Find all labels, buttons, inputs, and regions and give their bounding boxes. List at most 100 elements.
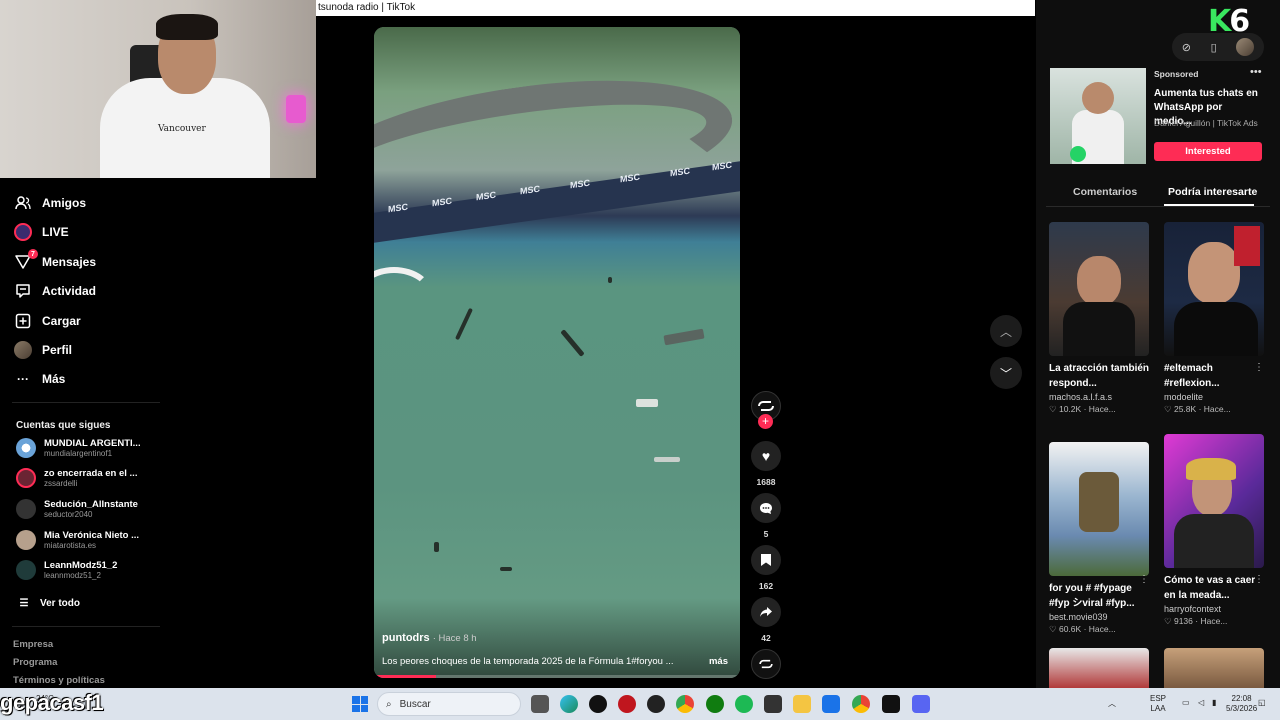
volume-icon[interactable]: ◁ [1198, 698, 1204, 707]
following-account[interactable]: LeannModz51_2 leannmodz51_2 [16, 560, 156, 580]
chrome-icon[interactable] [676, 695, 694, 713]
chevron-down-icon: ﹀ [999, 366, 1012, 381]
app-icon[interactable] [618, 695, 636, 713]
obs-icon[interactable] [647, 695, 665, 713]
battery-icon[interactable]: ▮ [1212, 698, 1216, 707]
footer-link-program[interactable]: Programa [13, 657, 57, 668]
nav-label: Mensajes [42, 255, 97, 269]
related-thumbnail-partial[interactable] [1049, 648, 1149, 688]
following-account[interactable]: zo encerrada en el ... zssardelli [16, 468, 156, 488]
following-account[interactable]: Sedución_AlInstante seductor2040 [16, 499, 156, 519]
heart-icon: ♥ [751, 441, 781, 471]
video-author[interactable]: puntodrs · Hace 8 h [382, 632, 477, 644]
more-icon: ··· [17, 372, 29, 386]
user-avatar[interactable] [1236, 38, 1255, 56]
network-icon[interactable]: ▭ [1182, 698, 1190, 707]
music-disc-icon [751, 649, 781, 679]
taskbar-search[interactable]: ⌕ Buscar [377, 692, 521, 716]
card-more-icon[interactable]: ⋮ [1139, 574, 1149, 585]
notification-icon[interactable]: ◱ [1258, 698, 1266, 707]
comment-button[interactable]: 5 [750, 493, 782, 539]
card-time: · Hace... [1195, 616, 1228, 626]
account-name: Mia Verónica Nieto ... [44, 530, 140, 541]
like-count: 1688 [756, 477, 776, 487]
card-title: La atracción también respond... [1049, 363, 1150, 389]
following-account[interactable]: MUNDIAL ARGENTI... mundialargentinof1 [16, 438, 156, 458]
search-icon: ⌕ [386, 698, 392, 710]
mail-icon[interactable] [822, 695, 840, 713]
chevron-up-icon: ︿ [999, 324, 1012, 339]
follow-plus-button[interactable]: + [758, 414, 773, 429]
clock-time: 22:08 [1231, 694, 1252, 703]
active-tab-indicator [1164, 204, 1254, 206]
streamer-watermark: gepacasf1 [0, 690, 104, 715]
next-video-button[interactable]: ﹀ [990, 357, 1022, 389]
ad-options-icon[interactable]: ••• [1250, 66, 1262, 78]
nav-messages[interactable]: 7 Mensajes [14, 249, 97, 273]
nav-profile[interactable]: Perfil [14, 339, 72, 361]
compass-icon[interactable]: ⊘ [1182, 41, 1191, 54]
activity-icon [14, 282, 32, 300]
sound-button[interactable] [750, 649, 782, 679]
sidebar: Amigos LIVE 7 Mensajes Actividad Cargar … [0, 178, 170, 688]
card-time: · Hace... [1083, 624, 1116, 634]
interested-button[interactable]: Interested [1154, 142, 1262, 161]
clock[interactable]: 22:08 5/3/2026 [1226, 694, 1257, 714]
chrome-icon[interactable] [852, 695, 870, 713]
discord-icon[interactable] [912, 695, 930, 713]
related-thumbnail-partial[interactable] [1164, 648, 1264, 688]
card-more-icon[interactable]: ⋮ [1139, 362, 1149, 373]
account-avatar [16, 438, 36, 458]
account-name: LeannModz51_2 [44, 560, 118, 571]
sponsored-thumbnail[interactable] [1050, 68, 1146, 164]
video-thumbnail [1164, 434, 1264, 568]
nav-upload[interactable]: Cargar [14, 310, 81, 332]
tiktok-icon[interactable] [882, 695, 900, 713]
spotify-icon[interactable] [735, 695, 753, 713]
shirt-text: Vancouver [158, 124, 206, 134]
caption-more-button[interactable]: más [709, 656, 728, 667]
previous-video-button[interactable]: ︿ [990, 315, 1022, 347]
file-explorer-icon[interactable] [793, 695, 811, 713]
language-code[interactable]: ESP [1150, 694, 1166, 703]
video-progress[interactable] [374, 675, 740, 678]
footer-link-terms[interactable]: Términos y políticas [13, 675, 105, 686]
video-player[interactable]: MSC MSC MSC MSC MSC MSC MSC MSC puntodrs… [374, 27, 740, 678]
account-avatar [16, 468, 36, 488]
nav-activity[interactable]: Actividad [14, 280, 96, 302]
related-video-card[interactable]: for you # #fypage #fyp シviral #fyp... be… [1049, 442, 1151, 635]
related-video-card[interactable]: La atracción también respond... machos.a… [1049, 222, 1151, 415]
following-account[interactable]: Mia Verónica Nieto ... miatarotista.es [16, 530, 156, 550]
account-handle: miatarotista.es [44, 541, 97, 550]
sponsored-advertiser: Daniel Aguillón | TikTok Ads [1154, 118, 1258, 128]
app-icon[interactable] [764, 695, 782, 713]
app-icon[interactable] [589, 695, 607, 713]
nav-label: Actividad [42, 284, 97, 298]
video-thumbnail [1049, 222, 1149, 356]
xbox-icon[interactable] [706, 695, 724, 713]
task-view-icon[interactable] [531, 695, 549, 713]
video-thumbnail [1049, 442, 1149, 576]
save-button[interactable]: 162 [750, 545, 782, 591]
nav-friends[interactable]: Amigos [14, 192, 86, 214]
tab-comments[interactable]: Comentarios [1073, 186, 1137, 198]
tray-chevron-icon[interactable]: ︿ [1108, 698, 1116, 709]
edge-icon[interactable] [560, 695, 578, 713]
see-all-link[interactable]: ☰ Ver todo [18, 592, 81, 614]
device-icon[interactable]: ▯ [1211, 41, 1217, 54]
live-icon [14, 223, 32, 241]
related-video-card[interactable]: Cómo te vas a caer en la meada... harryo… [1164, 434, 1266, 627]
like-button[interactable]: ♥ 1688 [750, 441, 782, 487]
share-button[interactable]: 42 [750, 597, 782, 643]
nav-more[interactable]: ··· Más [14, 368, 65, 390]
language-layout: LAA [1150, 704, 1166, 713]
nav-live[interactable]: LIVE [14, 221, 69, 243]
start-button[interactable] [352, 696, 368, 712]
save-count: 162 [758, 581, 774, 591]
author-name: puntodrs [382, 632, 430, 644]
card-more-icon[interactable]: ⋮ [1254, 574, 1264, 585]
footer-link-company[interactable]: Empresa [13, 639, 53, 650]
tab-related[interactable]: Podría interesarte [1168, 186, 1257, 198]
related-video-card[interactable]: #eltemach #reflexion... modoelite ♡ 25.8… [1164, 222, 1266, 415]
card-more-icon[interactable]: ⋮ [1254, 362, 1264, 373]
